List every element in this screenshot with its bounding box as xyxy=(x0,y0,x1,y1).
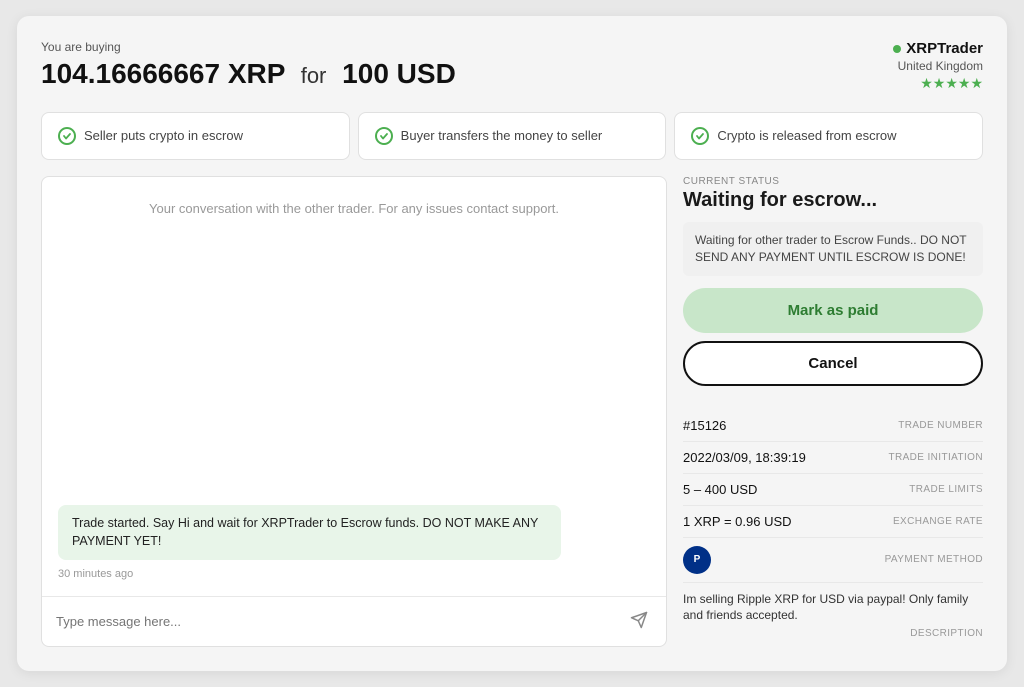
message-text: Trade started. Say Hi and wait for XRPTr… xyxy=(72,515,547,550)
fiat-amount: 100 USD xyxy=(342,58,456,89)
trader-online-dot xyxy=(893,45,901,53)
trade-initiation-label: TRADE INITIATION xyxy=(888,452,983,463)
mark-as-paid-button[interactable]: Mark as paid xyxy=(683,288,983,333)
trade-number-value: #15126 xyxy=(683,418,726,433)
header-left: You are buying 104.16666667 XRP for 100 … xyxy=(41,40,456,90)
chat-messages: Trade started. Say Hi and wait for XRPTr… xyxy=(42,395,666,597)
description-text: Im selling Ripple XRP for USD via paypal… xyxy=(683,591,983,625)
trade-limits-row: 5 – 400 USD TRADE LIMITS xyxy=(683,474,983,506)
trade-start-message: Trade started. Say Hi and wait for XRPTr… xyxy=(58,505,561,560)
trader-name: XRPTrader xyxy=(893,40,983,57)
header-right: XRPTrader United Kingdom ★★★★★ xyxy=(893,40,983,92)
chat-area: Your conversation with the other trader.… xyxy=(41,176,667,647)
chat-placeholder: Your conversation with the other trader.… xyxy=(42,177,666,395)
step-1-label: Seller puts crypto in escrow xyxy=(84,128,243,145)
trade-number-row: #15126 TRADE NUMBER xyxy=(683,410,983,442)
chat-input[interactable] xyxy=(56,614,626,629)
paypal-icon: P xyxy=(683,546,711,574)
right-panel: CURRENT STATUS Waiting for escrow... Wai… xyxy=(683,176,983,647)
status-section: CURRENT STATUS Waiting for escrow... Wai… xyxy=(683,176,983,398)
trade-number-label: TRADE NUMBER xyxy=(898,420,983,431)
step-1-check xyxy=(58,127,76,145)
exchange-rate-row: 1 XRP = 0.96 USD EXCHANGE RATE xyxy=(683,506,983,538)
trade-initiation-value: 2022/03/09, 18:39:19 xyxy=(683,450,806,465)
crypto-amount: 104.16666667 XRP xyxy=(41,58,285,89)
current-status-label: CURRENT STATUS xyxy=(683,176,983,187)
step-1: Seller puts crypto in escrow xyxy=(41,112,350,160)
step-3-label: Crypto is released from escrow xyxy=(717,128,896,145)
you-are-buying-label: You are buying xyxy=(41,40,456,54)
chat-placeholder-text: Your conversation with the other trader.… xyxy=(149,201,559,216)
exchange-rate-label: EXCHANGE RATE xyxy=(893,516,983,527)
trade-initiation-row: 2022/03/09, 18:39:19 TRADE INITIATION xyxy=(683,442,983,474)
trade-limits-label: TRADE LIMITS xyxy=(909,484,983,495)
trade-details: #15126 TRADE NUMBER 2022/03/09, 18:39:19… xyxy=(683,410,983,648)
message-time: 30 minutes ago xyxy=(58,568,650,580)
payment-method-label: PAYMENT METHOD xyxy=(885,554,983,565)
trade-limits-value: 5 – 400 USD xyxy=(683,482,757,497)
payment-method-row: P PAYMENT METHOD xyxy=(683,538,983,583)
chat-input-area[interactable] xyxy=(42,596,666,646)
trader-stars: ★★★★★ xyxy=(893,75,983,92)
steps-bar: Seller puts crypto in escrow Buyer trans… xyxy=(41,112,983,160)
step-3: Crypto is released from escrow xyxy=(674,112,983,160)
trade-amount: 104.16666667 XRP for 100 USD xyxy=(41,58,456,90)
send-button[interactable] xyxy=(626,607,652,636)
description-area: Im selling Ripple XRP for USD via paypal… xyxy=(683,583,983,648)
header: You are buying 104.16666667 XRP for 100 … xyxy=(41,40,983,92)
exchange-rate-value: 1 XRP = 0.96 USD xyxy=(683,514,792,529)
description-label: DESCRIPTION xyxy=(683,628,983,639)
trader-location: United Kingdom xyxy=(893,59,983,73)
main-content: Your conversation with the other trader.… xyxy=(41,176,983,647)
for-text: for xyxy=(301,63,327,88)
step-2-label: Buyer transfers the money to seller xyxy=(401,128,603,145)
step-2: Buyer transfers the money to seller xyxy=(358,112,667,160)
status-notice: Waiting for other trader to Escrow Funds… xyxy=(683,222,983,276)
main-container: You are buying 104.16666667 XRP for 100 … xyxy=(17,16,1007,671)
cancel-button[interactable]: Cancel xyxy=(683,341,983,386)
step-2-check xyxy=(375,127,393,145)
step-3-check xyxy=(691,127,709,145)
status-title: Waiting for escrow... xyxy=(683,189,983,212)
